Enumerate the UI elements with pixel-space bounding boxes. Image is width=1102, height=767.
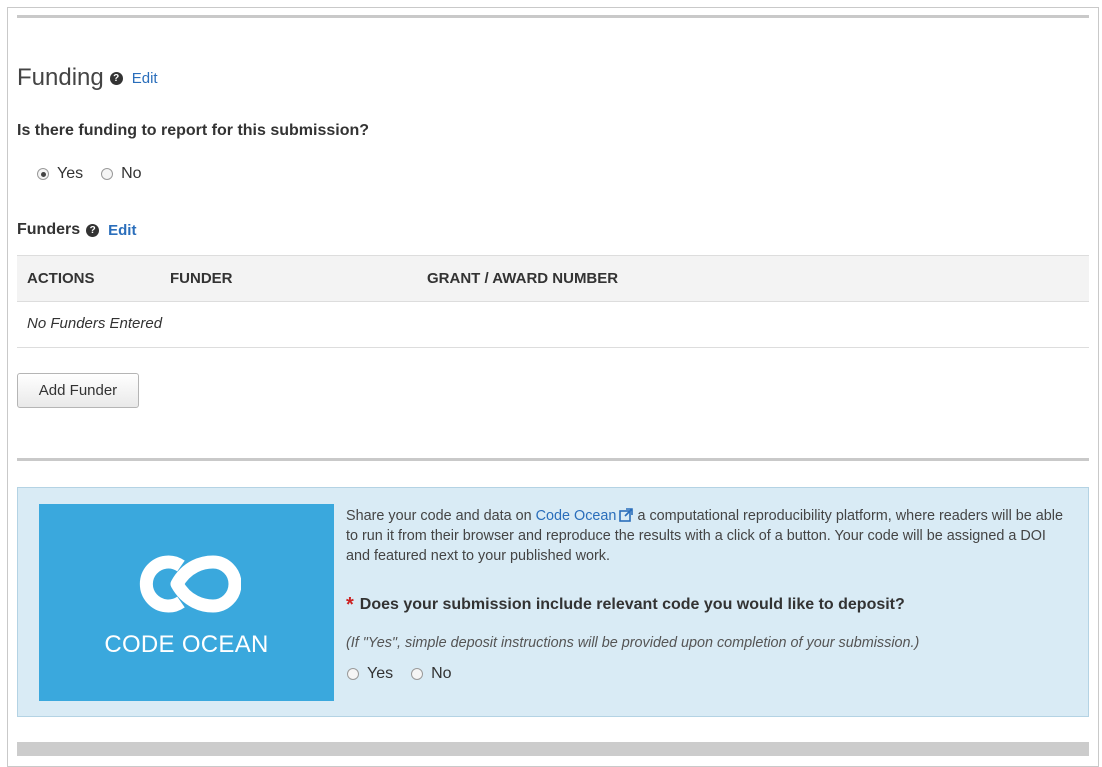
column-header-funder: FUNDER bbox=[170, 270, 233, 287]
funding-yes-label[interactable]: Yes bbox=[57, 165, 83, 183]
section-divider-bottom bbox=[17, 742, 1089, 756]
add-funder-button[interactable]: Add Funder bbox=[17, 373, 139, 408]
funding-section-title: Funding ? Edit bbox=[17, 64, 158, 92]
column-header-actions: ACTIONS bbox=[27, 270, 95, 287]
funders-table-header: ACTIONS FUNDER GRANT / AWARD NUMBER bbox=[17, 255, 1089, 302]
section-divider-top bbox=[17, 15, 1089, 18]
funders-title-text: Funders bbox=[17, 221, 81, 238]
funders-table: ACTIONS FUNDER GRANT / AWARD NUMBER No F… bbox=[17, 255, 1089, 348]
column-header-grant-award-number: GRANT / AWARD NUMBER bbox=[427, 270, 619, 287]
code-ocean-link[interactable]: Code Ocean bbox=[536, 508, 634, 524]
funding-yes-radio[interactable] bbox=[37, 168, 49, 180]
code-ocean-panel: CODE OCEAN Share your code and data on C… bbox=[17, 487, 1089, 717]
code-yes-label[interactable]: Yes bbox=[367, 665, 393, 683]
help-icon[interactable]: ? bbox=[109, 71, 123, 85]
funding-no-label[interactable]: No bbox=[121, 165, 141, 183]
code-ocean-logo-text: CODE OCEAN bbox=[104, 631, 269, 658]
external-link-icon[interactable] bbox=[619, 508, 634, 522]
funding-edit-link[interactable]: Edit bbox=[132, 70, 158, 87]
code-ocean-logo: CODE OCEAN bbox=[39, 504, 334, 701]
funding-radio-group: Yes No bbox=[37, 165, 160, 183]
code-ocean-description: Share your code and data on Code Ocean a… bbox=[346, 506, 1066, 566]
funding-question: Is there funding to report for this subm… bbox=[17, 122, 370, 139]
code-ocean-logo-icon bbox=[139, 555, 241, 613]
code-deposit-question-text: Does your submission include relevant co… bbox=[359, 596, 905, 613]
code-deposit-note: (If "Yes", simple deposit instructions w… bbox=[346, 635, 920, 651]
code-no-label[interactable]: No bbox=[431, 665, 451, 683]
section-divider bbox=[17, 458, 1089, 461]
code-no-radio[interactable] bbox=[411, 668, 424, 680]
code-deposit-radio-group: Yes No bbox=[347, 665, 470, 683]
funders-edit-link[interactable]: Edit bbox=[108, 222, 136, 239]
code-deposit-question: * Does your submission include relevant … bbox=[346, 594, 905, 616]
funding-no-radio[interactable] bbox=[101, 168, 114, 180]
table-row: No Funders Entered bbox=[17, 302, 1089, 348]
code-ocean-link-text[interactable]: Code Ocean bbox=[536, 508, 617, 524]
required-marker: * bbox=[346, 594, 354, 616]
description-prefix: Share your code and data on bbox=[346, 508, 532, 524]
help-icon[interactable]: ? bbox=[86, 223, 100, 237]
funders-title: Funders ? Edit bbox=[17, 221, 136, 239]
code-yes-radio[interactable] bbox=[347, 668, 359, 680]
funding-title-text: Funding bbox=[17, 64, 104, 91]
empty-table-message: No Funders Entered bbox=[27, 315, 163, 332]
